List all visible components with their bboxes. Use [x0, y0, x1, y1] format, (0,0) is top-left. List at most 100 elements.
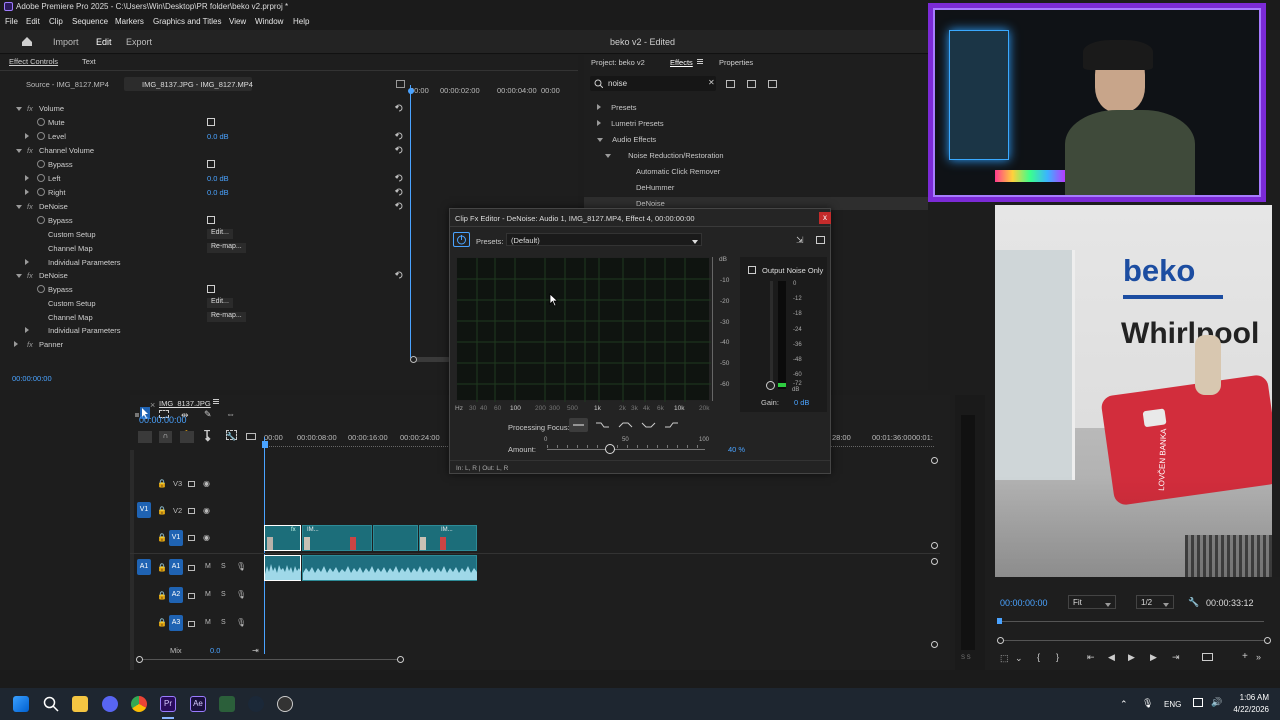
steam-icon[interactable]	[248, 696, 264, 712]
export-frame-icon[interactable]	[1202, 653, 1213, 661]
mark-in-icon[interactable]: {	[1037, 652, 1040, 662]
ec-bypass-2[interactable]: Bypass	[0, 214, 406, 228]
v1-lock-icon[interactable]: 🔒	[157, 533, 167, 542]
track-v3-label[interactable]: V3	[173, 479, 182, 488]
amount-value[interactable]: 40 %	[728, 445, 745, 454]
delete-preset-icon[interactable]	[816, 236, 825, 244]
video-clip[interactable]: fx	[264, 525, 301, 551]
ec-channel-map-2[interactable]: Channel Map Re-map...	[0, 311, 406, 325]
bypass-checkbox[interactable]	[207, 216, 215, 224]
v3-lock-icon[interactable]: 🔒	[157, 479, 167, 488]
program-zoom-right[interactable]	[1264, 637, 1271, 644]
program-monitor-video[interactable]: beko Whirlpool LOVČEN BANKA	[995, 205, 1272, 577]
a2-mic-icon[interactable]: 🎙	[236, 590, 246, 599]
microphone-icon[interactable]: 🎙	[1142, 698, 1153, 709]
menu-sequence[interactable]: Sequence	[72, 17, 108, 26]
v2-lock-icon[interactable]: 🔒	[157, 506, 167, 515]
track-a3-label[interactable]: A3	[169, 615, 183, 631]
mute-checkbox[interactable]	[207, 118, 215, 126]
ec-bypass-1[interactable]: Bypass	[0, 158, 406, 172]
clock-date[interactable]: 4/22/2026	[1227, 705, 1269, 714]
reset-icon[interactable]	[394, 145, 404, 155]
menu-edit[interactable]: Edit	[26, 17, 40, 26]
dialog-close-button[interactable]: x	[819, 212, 831, 224]
tree-lumetri[interactable]: Lumetri Presets	[597, 119, 664, 128]
program-timecode[interactable]: 00:00:00:00	[1000, 598, 1048, 608]
tab-project[interactable]: Project: beko v2	[591, 58, 645, 73]
amount-slider[interactable]	[547, 449, 705, 450]
mix-value[interactable]: 0.0	[210, 646, 220, 655]
gain-slider-knob[interactable]	[766, 381, 775, 390]
wrench-icon[interactable]: 🔧	[1188, 597, 1199, 608]
effects-search-input[interactable]: noise ✕	[590, 76, 716, 91]
add-marker-icon[interactable]: ⬥	[205, 434, 211, 444]
remap-button[interactable]: Re-map...	[207, 243, 246, 253]
focus-all-button[interactable]	[569, 418, 588, 432]
audio-clip[interactable]	[264, 555, 301, 581]
save-preset-icon[interactable]: ⇲	[796, 235, 804, 246]
tree-dehummer[interactable]: DeHummer	[624, 183, 674, 192]
remap-button[interactable]: Re-map...	[207, 312, 246, 322]
ec-denoise-2[interactable]: fx DeNoise	[0, 269, 406, 283]
menu-clip[interactable]: Clip	[49, 17, 63, 26]
ec-level[interactable]: Level 0.0 dB	[0, 130, 406, 144]
home-icon[interactable]	[21, 36, 33, 47]
gain-slider-track[interactable]	[770, 281, 773, 389]
a1-sync-icon[interactable]	[188, 565, 195, 571]
ec-custom-setup-2[interactable]: Custom Setup Edit...	[0, 297, 406, 311]
amount-slider-knob[interactable]	[605, 444, 616, 454]
ec-left[interactable]: Left 0.0 dB	[0, 172, 406, 186]
linked-selection-icon[interactable]	[180, 431, 194, 443]
marker-icon[interactable]: ⬚	[1000, 653, 1009, 664]
ec-volume[interactable]: fx Volume	[0, 102, 406, 116]
timeline-settings-icon[interactable]: 🔧	[226, 432, 236, 441]
ec-denoise-1[interactable]: fx DeNoise	[0, 200, 406, 214]
a3-solo-button[interactable]: S	[221, 619, 226, 626]
yuv-effects-icon[interactable]	[768, 80, 777, 88]
video-clip[interactable]	[373, 525, 418, 551]
bypass-checkbox[interactable]	[207, 285, 215, 293]
v1-sync-icon[interactable]	[188, 535, 195, 541]
accelerated-effects-icon[interactable]	[726, 80, 735, 88]
sequence-menu-icon[interactable]	[213, 399, 219, 400]
source-label[interactable]: Source - IMG_8127.MP4	[26, 80, 109, 89]
file-explorer-icon[interactable]	[72, 696, 88, 712]
clear-search-icon[interactable]: ✕	[708, 78, 715, 87]
track-a2-label[interactable]: A2	[169, 587, 183, 603]
focus-mid-button[interactable]	[616, 418, 635, 432]
a1-mic-icon[interactable]: 🎙	[236, 562, 246, 571]
reset-icon[interactable]	[394, 131, 404, 141]
ec-bypass-3[interactable]: Bypass	[0, 283, 406, 297]
vscroll-bottom[interactable]	[931, 542, 938, 549]
audio-clip[interactable]	[302, 555, 477, 581]
tree-noise-reduction[interactable]: Noise Reduction/Restoration	[605, 151, 724, 160]
reset-icon[interactable]	[394, 201, 404, 211]
focus-low-high-button[interactable]	[639, 418, 658, 432]
go-to-in-icon[interactable]: ⇤	[1087, 652, 1095, 663]
tree-auto-click[interactable]: Automatic Click Remover	[624, 167, 720, 176]
v1-source-patch[interactable]: V1	[137, 502, 151, 518]
menu-graphics[interactable]: Graphics and Titles	[153, 17, 221, 26]
bypass-checkbox[interactable]	[207, 160, 215, 168]
output-noise-only-label[interactable]: Output Noise Only	[762, 266, 823, 275]
language-indicator[interactable]: ENG	[1164, 700, 1181, 709]
a1-source-patch[interactable]: A1	[137, 559, 151, 575]
step-forward-icon[interactable]: ▶	[1150, 652, 1157, 663]
output-noise-only-checkbox[interactable]	[748, 266, 756, 274]
focus-high-button[interactable]	[662, 418, 681, 432]
program-zoom-left[interactable]	[997, 637, 1004, 644]
obs-icon[interactable]	[277, 696, 293, 712]
v1-eye-icon[interactable]: ◉	[203, 533, 210, 542]
clip-label[interactable]: IMG_8137.JPG - IMG_8127.MP4	[142, 80, 253, 89]
clock-time[interactable]: 1:06 AM	[1229, 693, 1269, 702]
snap-icon[interactable]: ∩	[159, 431, 172, 443]
export-tab[interactable]: Export	[126, 37, 152, 47]
insert-sequence-icon[interactable]	[138, 431, 152, 443]
display-icon[interactable]	[1193, 698, 1203, 707]
a2-mute-button[interactable]: M	[205, 591, 211, 598]
ec-individual-1[interactable]: Individual Parameters	[0, 256, 406, 270]
reset-icon[interactable]	[394, 103, 404, 113]
vscroll-top[interactable]	[931, 457, 938, 464]
32bit-effects-icon[interactable]	[747, 80, 756, 88]
edit-tab[interactable]: Edit	[96, 37, 112, 47]
